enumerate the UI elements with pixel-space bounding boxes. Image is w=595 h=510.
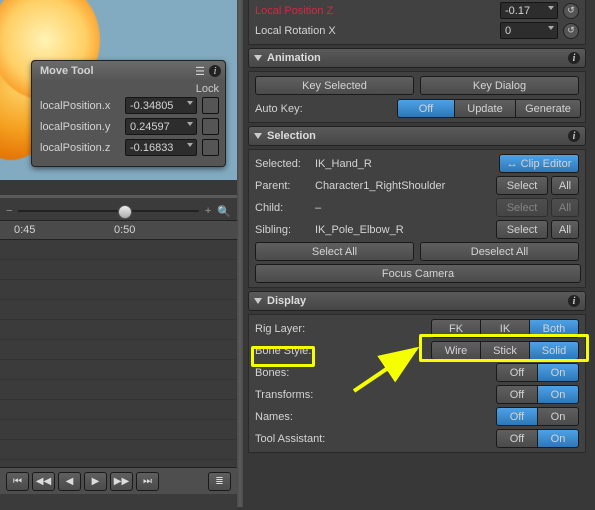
- info-icon[interactable]: i: [568, 130, 580, 142]
- sibling-all-button[interactable]: All: [551, 220, 579, 239]
- select-all-button[interactable]: Select All: [255, 242, 414, 261]
- lock-checkbox[interactable]: [202, 97, 219, 114]
- move-tool-fields: localPosition.x -0.34805 localPosition.y…: [32, 95, 225, 166]
- animation-body: Key Selected Key Dialog Auto Key: Off Up…: [248, 71, 586, 123]
- section-title: Display: [267, 295, 306, 307]
- layers-button[interactable]: ≣: [208, 472, 231, 491]
- zoom-out-icon[interactable]: −: [6, 205, 12, 217]
- playback-button[interactable]: ◀: [58, 472, 81, 491]
- parent-all-button[interactable]: All: [551, 176, 579, 195]
- autokey-generate-button[interactable]: Generate: [516, 99, 581, 118]
- menu-icon[interactable]: ☰: [195, 65, 205, 78]
- inspector-column: Local Position Z -0.17 ↺ Local Rotation X…: [245, 0, 589, 507]
- collapse-icon: [254, 298, 262, 304]
- child-select-button: Select: [496, 198, 548, 217]
- sibling-select-button[interactable]: Select: [496, 220, 548, 239]
- move-tool-field-input[interactable]: -0.16833: [125, 139, 197, 156]
- transform-section-body: Local Position Z -0.17 ↺ Local Rotation X…: [248, 0, 586, 45]
- ruler-tick: 0:45: [14, 224, 114, 236]
- key-dialog-button[interactable]: Key Dialog: [420, 76, 579, 95]
- display-option-button[interactable]: On: [538, 363, 579, 382]
- timeline-panel: − + 🔍 0:45 0:50 ⏮◀◀◀▶▶▶⏭ ≣: [0, 195, 237, 510]
- autokey-update-button[interactable]: Update: [455, 99, 516, 118]
- parent-label: Parent:: [255, 180, 315, 192]
- key-selected-button[interactable]: Key Selected: [255, 76, 414, 95]
- section-title: Selection: [267, 130, 316, 142]
- playback-controls: ⏮◀◀◀▶▶▶⏭ ≣: [0, 467, 237, 494]
- move-tool-field-label: localPosition.x: [40, 100, 120, 112]
- deselect-all-button[interactable]: Deselect All: [420, 242, 579, 261]
- selected-value: IK_Hand_R: [315, 158, 499, 170]
- zoom-slider-handle[interactable]: [118, 205, 132, 219]
- child-all-button: All: [551, 198, 579, 217]
- display-row-label: Bones:: [255, 367, 496, 379]
- collapse-icon: [254, 55, 262, 61]
- playback-button[interactable]: ⏭: [136, 472, 159, 491]
- move-tool-field-label: localPosition.z: [40, 142, 120, 154]
- search-icon[interactable]: 🔍: [217, 205, 231, 218]
- playback-button[interactable]: ◀◀: [32, 472, 55, 491]
- selected-label: Selected:: [255, 158, 315, 170]
- section-title: Animation: [267, 52, 321, 64]
- lock-checkbox[interactable]: [202, 139, 219, 156]
- parent-value: Character1_RightShoulder: [315, 180, 496, 192]
- move-tool-field-input[interactable]: 0.24597: [125, 118, 197, 135]
- move-tool-panel: Move Tool ☰ i Lock localPosition.x -0.34…: [31, 60, 226, 167]
- child-value: –: [315, 202, 496, 214]
- display-row-label: Transforms:: [255, 389, 496, 401]
- playback-button[interactable]: ⏮: [6, 472, 29, 491]
- highlight-rig-layer-options: [419, 334, 589, 362]
- playback-button[interactable]: ▶▶: [110, 472, 133, 491]
- animation-header[interactable]: Animation i: [248, 48, 586, 68]
- display-row-label: Rig Layer:: [255, 323, 431, 335]
- ruler-tick: 0:50: [114, 224, 135, 236]
- display-option-button[interactable]: Off: [496, 407, 538, 426]
- zoom-slider[interactable]: [18, 210, 198, 212]
- info-icon[interactable]: i: [568, 52, 580, 64]
- playback-button[interactable]: ▶: [84, 472, 107, 491]
- transform-field-label: Local Position Z: [255, 5, 495, 17]
- collapse-icon: [254, 133, 262, 139]
- focus-camera-button[interactable]: Focus Camera: [255, 264, 581, 283]
- timeline-ruler[interactable]: 0:45 0:50: [0, 220, 237, 240]
- zoom-in-icon[interactable]: +: [205, 205, 211, 217]
- sibling-value: IK_Pole_Elbow_R: [315, 224, 496, 236]
- autokey-off-button[interactable]: Off: [397, 99, 455, 118]
- display-option-button[interactable]: On: [538, 429, 579, 448]
- display-option-button[interactable]: Off: [496, 363, 538, 382]
- auto-key-label: Auto Key:: [255, 103, 335, 115]
- display-option-button[interactable]: On: [538, 407, 579, 426]
- display-option-button[interactable]: Off: [496, 429, 538, 448]
- highlight-rig-layer-label: [251, 346, 315, 367]
- display-row-label: Tool Assistant:: [255, 433, 496, 445]
- transform-field-label: Local Rotation X: [255, 25, 495, 37]
- selection-body: Selected: IK_Hand_R ↔ Clip Editor Parent…: [248, 149, 586, 288]
- move-tool-header[interactable]: Move Tool ☰ i: [32, 61, 225, 81]
- display-option-button[interactable]: On: [538, 385, 579, 404]
- move-tool-field-label: localPosition.y: [40, 121, 120, 133]
- move-tool-title: Move Tool: [40, 65, 94, 77]
- reset-icon[interactable]: ↺: [563, 3, 579, 19]
- display-header[interactable]: Display i: [248, 291, 586, 311]
- lock-checkbox[interactable]: [202, 118, 219, 135]
- info-icon[interactable]: i: [568, 295, 580, 307]
- sibling-label: Sibling:: [255, 224, 315, 236]
- transform-field-input[interactable]: -0.17: [500, 2, 558, 19]
- parent-select-button[interactable]: Select: [496, 176, 548, 195]
- transform-field-input[interactable]: 0: [500, 22, 558, 39]
- lock-label: Lock: [196, 83, 219, 95]
- splitter-vertical[interactable]: [237, 0, 243, 507]
- selection-header[interactable]: Selection i: [248, 126, 586, 146]
- reset-icon[interactable]: ↺: [563, 23, 579, 39]
- info-icon[interactable]: i: [209, 65, 221, 77]
- child-label: Child:: [255, 202, 315, 214]
- display-row-label: Names:: [255, 411, 496, 423]
- clip-editor-button[interactable]: ↔ Clip Editor: [499, 154, 579, 173]
- timeline-tracks[interactable]: [0, 240, 237, 467]
- display-option-button[interactable]: Off: [496, 385, 538, 404]
- move-tool-field-input[interactable]: -0.34805: [125, 97, 197, 114]
